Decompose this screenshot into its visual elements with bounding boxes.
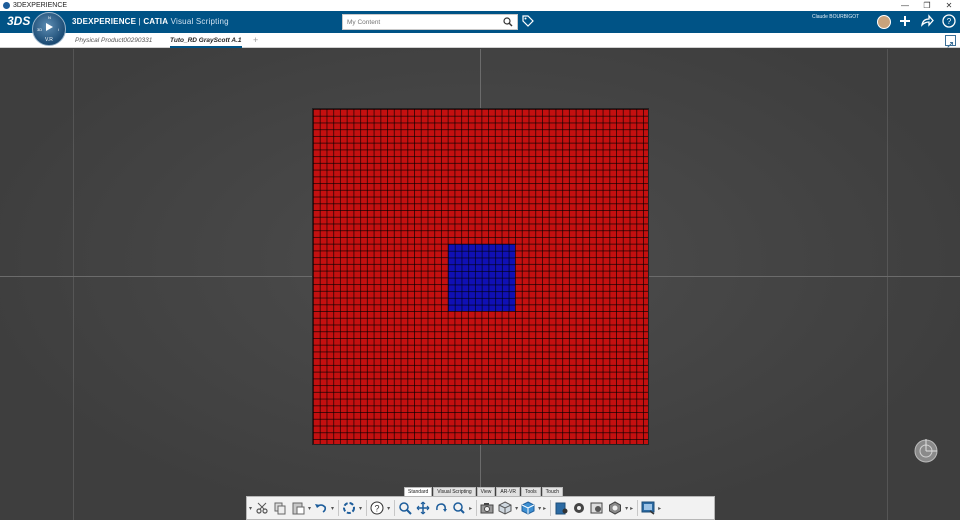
grid-center-region[interactable]: [447, 243, 516, 312]
restore-icon[interactable]: ❐: [916, 0, 938, 11]
tag-icon[interactable]: [522, 15, 534, 27]
close-icon[interactable]: ✕: [938, 0, 960, 11]
section-tab-ar-vr[interactable]: AR-VR: [496, 487, 520, 496]
ds-logo-icon[interactable]: 3DS: [7, 14, 30, 28]
compass-west-icon: 3D: [37, 27, 43, 32]
compass[interactable]: N 3D i V.R: [32, 12, 66, 46]
separator: [637, 500, 639, 516]
play-icon[interactable]: [46, 23, 53, 31]
expand-icon[interactable]: [945, 35, 956, 48]
3d-view-icon[interactable]: [520, 499, 536, 517]
view-dropdown-icon[interactable]: ▸: [469, 505, 472, 512]
3d-viewport[interactable]: [0, 49, 960, 520]
search-box[interactable]: [342, 14, 518, 30]
minimize-icon[interactable]: —: [894, 0, 916, 11]
search-icon[interactable]: [503, 17, 513, 27]
fit-icon[interactable]: [451, 499, 467, 517]
user-name[interactable]: Claude BOURBIGOT: [812, 14, 859, 20]
grid-mesh-object[interactable]: [312, 108, 649, 445]
render-icon[interactable]: [589, 499, 605, 517]
section-tab-visual-scripting[interactable]: Visual Scripting: [433, 487, 476, 496]
section-tabs: Standard Visual Scripting View AR-VR Too…: [404, 487, 564, 496]
separator: [338, 500, 340, 516]
zoom-icon[interactable]: [397, 499, 413, 517]
brand-role: Visual Scripting: [168, 17, 229, 26]
undo-dropdown-icon[interactable]: ▾: [331, 505, 334, 512]
add-tab-button[interactable]: +: [253, 33, 258, 47]
3d-view-dropdown-icon[interactable]: ▾: [538, 505, 541, 512]
section-tab-standard[interactable]: Standard: [404, 487, 433, 496]
svg-text:?: ?: [375, 504, 380, 514]
action-bar-collapse-icon[interactable]: ▾: [249, 505, 252, 512]
more-view-icon[interactable]: ▸: [543, 505, 546, 512]
compass-north-icon: N: [48, 15, 51, 20]
3d-compass-icon[interactable]: [913, 438, 939, 464]
help-icon[interactable]: ?: [369, 499, 385, 517]
avatar[interactable]: [877, 15, 891, 29]
help-dropdown-icon[interactable]: ▾: [387, 505, 390, 512]
copy-icon[interactable]: [272, 499, 288, 517]
capture-icon[interactable]: [479, 499, 495, 517]
display-icon[interactable]: [640, 499, 656, 517]
separator: [550, 500, 552, 516]
grid-line-right: [887, 49, 888, 520]
grid-line-left: [73, 49, 74, 520]
rotate-icon[interactable]: [433, 499, 449, 517]
separator: [394, 500, 396, 516]
separator: [476, 500, 478, 516]
section-tab-touch[interactable]: Touch: [541, 487, 564, 496]
action-bar-more-icon[interactable]: ▸: [658, 505, 661, 512]
window-title: 3DEXPERIENCE: [13, 2, 68, 9]
settings-icon[interactable]: [571, 499, 587, 517]
cube-icon[interactable]: [497, 499, 513, 517]
paste-dropdown-icon[interactable]: ▾: [308, 505, 311, 512]
app-window: 3DEXPERIENCE — ❐ ✕ 3DS 3DEXPERIENCE | CA…: [0, 0, 960, 520]
search-input[interactable]: [343, 15, 501, 29]
update-icon[interactable]: [341, 499, 357, 517]
more-tools-icon[interactable]: ▸: [630, 505, 633, 512]
tab-physical-product[interactable]: Physical Product00290331: [75, 33, 152, 48]
pan-icon[interactable]: [415, 499, 431, 517]
brand-app: CATIA: [143, 17, 169, 26]
top-bar: 3DS 3DEXPERIENCE | CATIA Visual Scriptin…: [0, 11, 960, 33]
options-icon[interactable]: [607, 499, 623, 517]
share-icon[interactable]: [920, 14, 934, 28]
svg-text:?: ?: [947, 17, 952, 26]
action-bar: ▾ ▾ ▾ ▾ ? ▾ ▸ ▾ ▾ ▸ ▾ ▸ ▸: [246, 496, 715, 520]
add-icon[interactable]: [898, 14, 912, 28]
tab-tuto-rd-grayscott[interactable]: Tuto_RD GrayScott A.1: [170, 33, 242, 48]
compass-east-icon: i: [58, 27, 59, 32]
section-tab-view[interactable]: View: [476, 487, 496, 496]
paste-icon[interactable]: [290, 499, 306, 517]
options-dropdown-icon[interactable]: ▾: [625, 505, 628, 512]
os-title-bar: 3DEXPERIENCE — ❐ ✕: [0, 0, 960, 11]
undo-icon[interactable]: [313, 499, 329, 517]
tab-bar: Physical Product00290331 Tuto_RD GraySco…: [0, 33, 960, 48]
cube-dropdown-icon[interactable]: ▾: [515, 505, 518, 512]
section-tab-tools[interactable]: Tools: [520, 487, 541, 496]
brand-title: 3DEXPERIENCE | CATIA Visual Scripting: [72, 17, 229, 26]
cut-icon[interactable]: [254, 499, 270, 517]
help-icon[interactable]: ?: [942, 14, 956, 28]
app-logo-icon: [3, 2, 10, 9]
layer-icon[interactable]: [553, 499, 569, 517]
compass-version: V.R: [45, 37, 53, 43]
separator: [366, 500, 368, 516]
update-dropdown-icon[interactable]: ▾: [359, 505, 362, 512]
brand-name: 3DEXPERIENCE: [72, 17, 137, 26]
